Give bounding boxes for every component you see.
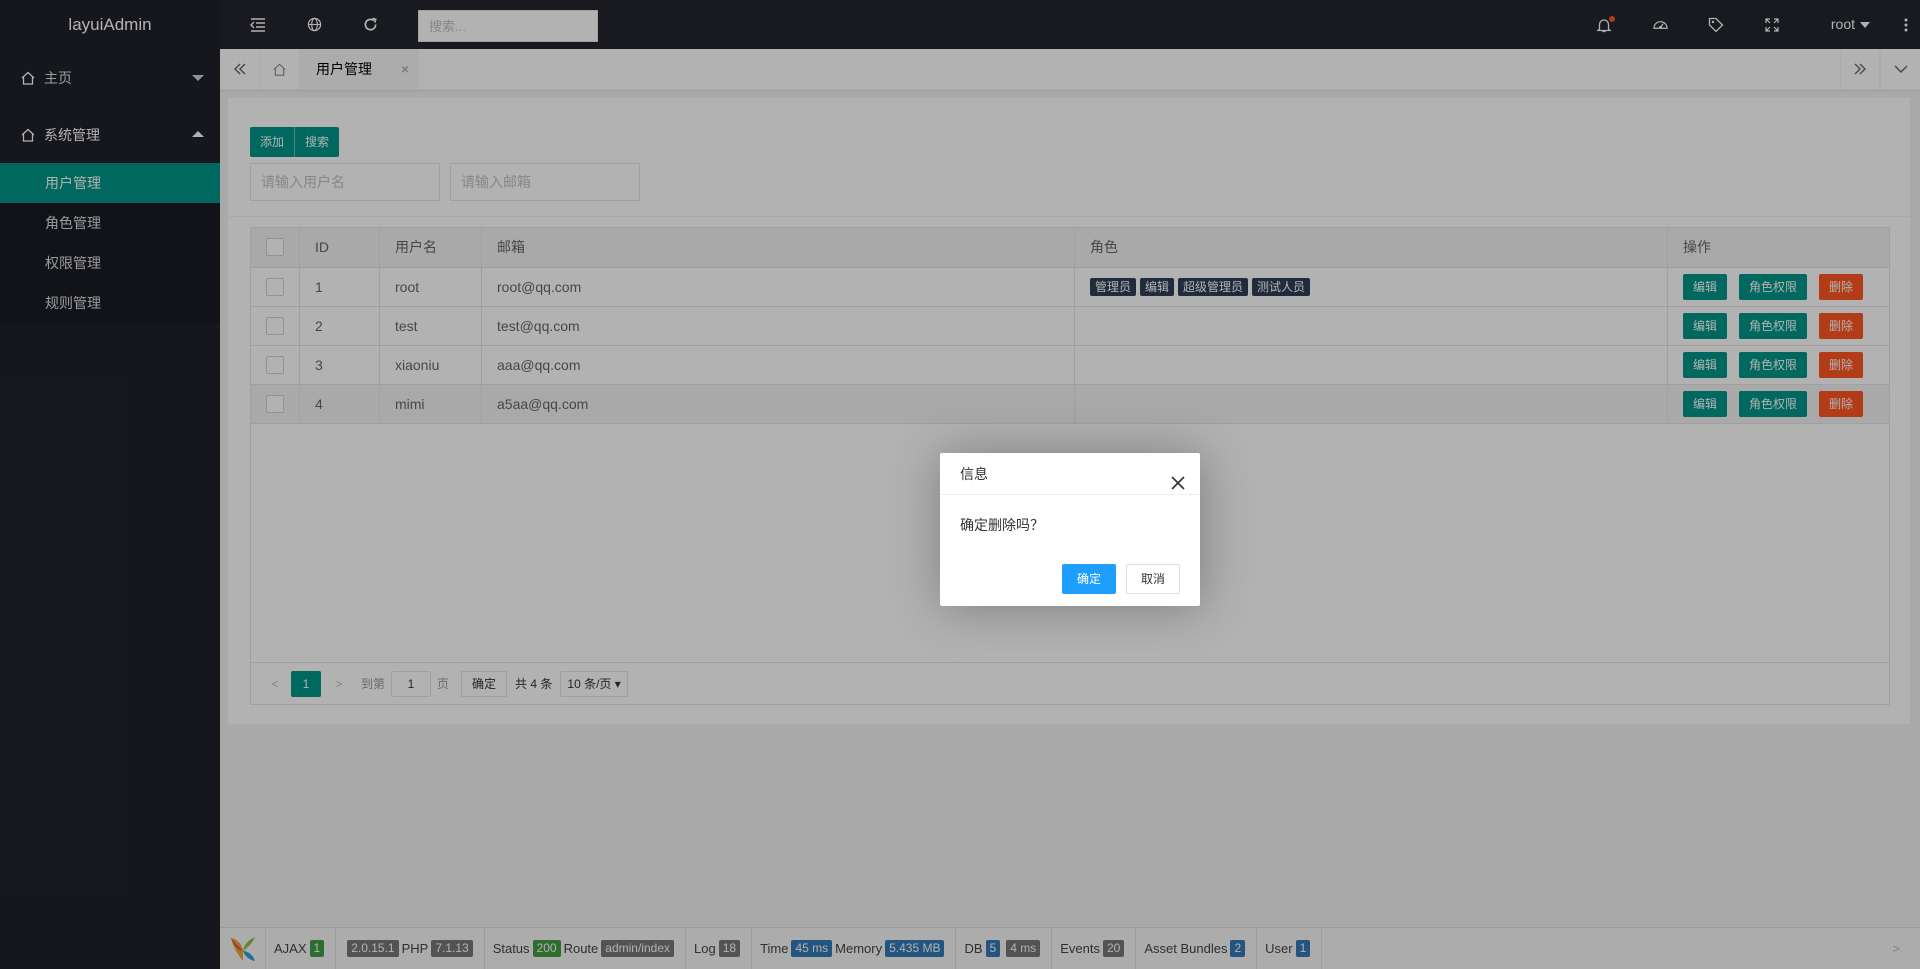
- dialog-message: 确定删除吗？: [960, 517, 1044, 533]
- close-icon[interactable]: [1170, 465, 1186, 490]
- confirm-dialog: 信息 确定删除吗？ 确定 取消: [940, 453, 1200, 606]
- cancel-button[interactable]: 取消: [1125, 564, 1180, 594]
- dialog-title: 信息: [960, 466, 988, 482]
- confirm-button[interactable]: 确定: [1061, 564, 1116, 594]
- dialog-title-bar: 信息: [940, 453, 1200, 495]
- dialog-buttons: 确定 取消: [1052, 564, 1180, 594]
